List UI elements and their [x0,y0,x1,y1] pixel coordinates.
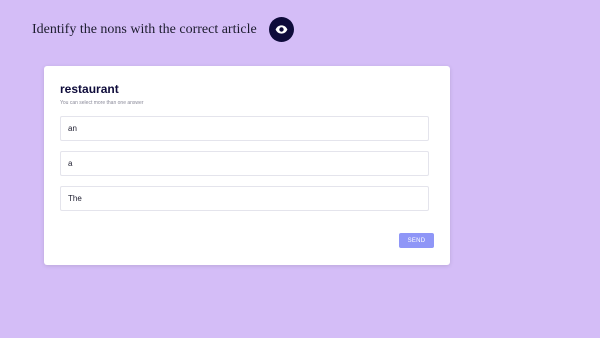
answer-option-label: The [68,194,82,203]
question-word: restaurant [60,82,119,96]
eye-icon [275,25,288,34]
selection-hint: You can select more than one answer [60,100,144,106]
show-answer-button[interactable] [268,17,294,42]
send-button[interactable]: SEND [399,233,434,248]
instruction-text: Identify the nons with the correct artic… [32,21,257,37]
header: Identify the nons with the correct artic… [32,17,294,42]
answer-option-a[interactable]: a [60,151,429,176]
answer-option-label: an [68,124,77,133]
answer-option-the[interactable]: The [60,186,429,211]
answer-option-an[interactable]: an [60,116,429,141]
question-card: restaurant You can select more than one … [44,66,450,265]
answer-option-label: a [68,159,73,168]
